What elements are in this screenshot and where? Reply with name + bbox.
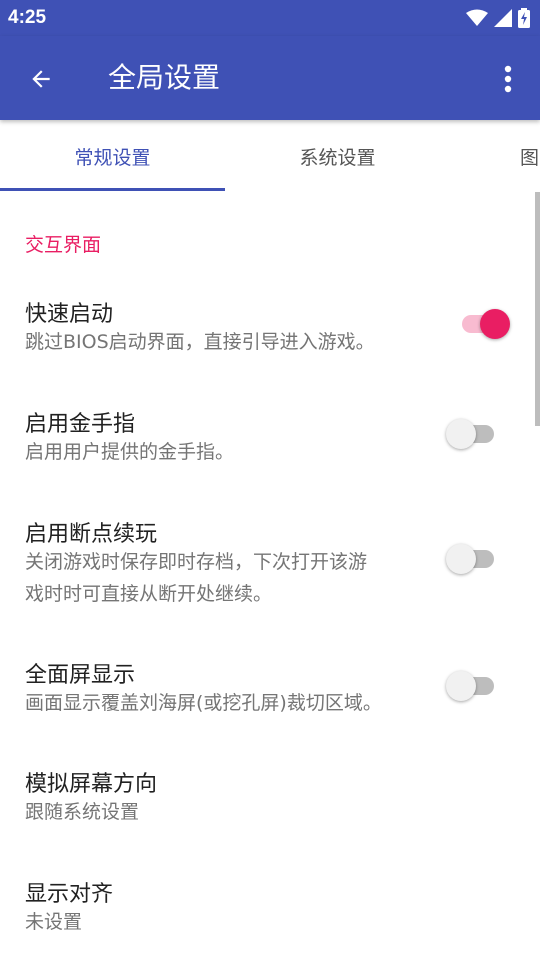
more-options-button[interactable] — [490, 58, 526, 100]
pref-summary-line2: 戏时时可直接从断开处继续。 — [25, 583, 273, 605]
pref-summary: 跳过BIOS启动界面，直接引导进入游戏。 — [25, 331, 375, 353]
tab-indicator — [0, 188, 225, 191]
back-button[interactable] — [20, 58, 62, 100]
switch-thumb — [446, 544, 476, 574]
resume-play-switch[interactable] — [446, 541, 500, 577]
pref-summary: 未设置 — [25, 911, 83, 933]
battery-charging-icon — [518, 8, 530, 28]
status-bar: 4:25 — [0, 0, 540, 36]
pref-enable-cheats[interactable]: 启用金手指 启用用户提供的金手指。 — [0, 400, 540, 480]
tab-bar: 常规设置 系统设置 图 — [0, 120, 540, 192]
page-title: 全局设置 — [108, 61, 221, 94]
app-bar: 全局设置 — [0, 36, 540, 120]
pref-summary: 画面显示覆盖刘海屏(或挖孔屏)裁切区域。 — [25, 692, 382, 714]
fullscreen-display-switch[interactable] — [446, 668, 500, 704]
switch-thumb — [446, 419, 476, 449]
status-time: 4:25 — [8, 7, 47, 28]
pref-title: 启用断点续玩 — [25, 522, 158, 547]
pref-title: 全面屏显示 — [25, 663, 136, 688]
status-icons — [466, 8, 530, 28]
tab-graphics-settings[interactable]: 图 — [450, 120, 540, 192]
more-vert-icon — [504, 65, 512, 93]
tab-system-settings[interactable]: 系统设置 — [225, 120, 450, 192]
wifi-icon — [466, 9, 488, 26]
pref-title: 启用金手指 — [25, 412, 136, 437]
pref-display-alignment[interactable]: 显示对齐 未设置 — [0, 870, 540, 950]
signal-icon — [494, 9, 512, 27]
section-header: 交互界面 — [25, 234, 102, 256]
pref-summary-line1: 关闭游戏时保存即时存档，下次打开该游 — [25, 551, 368, 573]
switch-thumb — [480, 309, 510, 339]
pref-summary: 启用用户提供的金手指。 — [25, 441, 235, 463]
back-arrow-icon — [32, 70, 50, 88]
pref-quick-start[interactable]: 快速启动 跳过BIOS启动界面，直接引导进入游戏。 — [0, 290, 540, 370]
pref-screen-orientation[interactable]: 模拟屏幕方向 跟随系统设置 — [0, 760, 540, 840]
app-window: 4:25 全局设置 常规设置 系统设置 图 交互界面 快速启动 跳过BIOS启动… — [0, 0, 540, 960]
pref-title: 模拟屏幕方向 — [25, 772, 158, 797]
pref-fullscreen-display[interactable]: 全面屏显示 画面显示覆盖刘海屏(或挖孔屏)裁切区域。 — [0, 651, 540, 731]
quick-start-switch[interactable] — [456, 306, 510, 342]
pref-title: 显示对齐 — [25, 882, 114, 907]
pref-resume-play[interactable]: 启用断点续玩 关闭游戏时保存即时存档，下次打开该游 戏时时可直接从断开处继续。 — [0, 510, 540, 610]
tab-general-settings[interactable]: 常规设置 — [0, 120, 225, 192]
pref-title: 快速启动 — [25, 302, 114, 327]
pref-summary: 跟随系统设置 — [25, 801, 140, 823]
enable-cheats-switch[interactable] — [446, 416, 500, 452]
switch-thumb — [446, 671, 476, 701]
